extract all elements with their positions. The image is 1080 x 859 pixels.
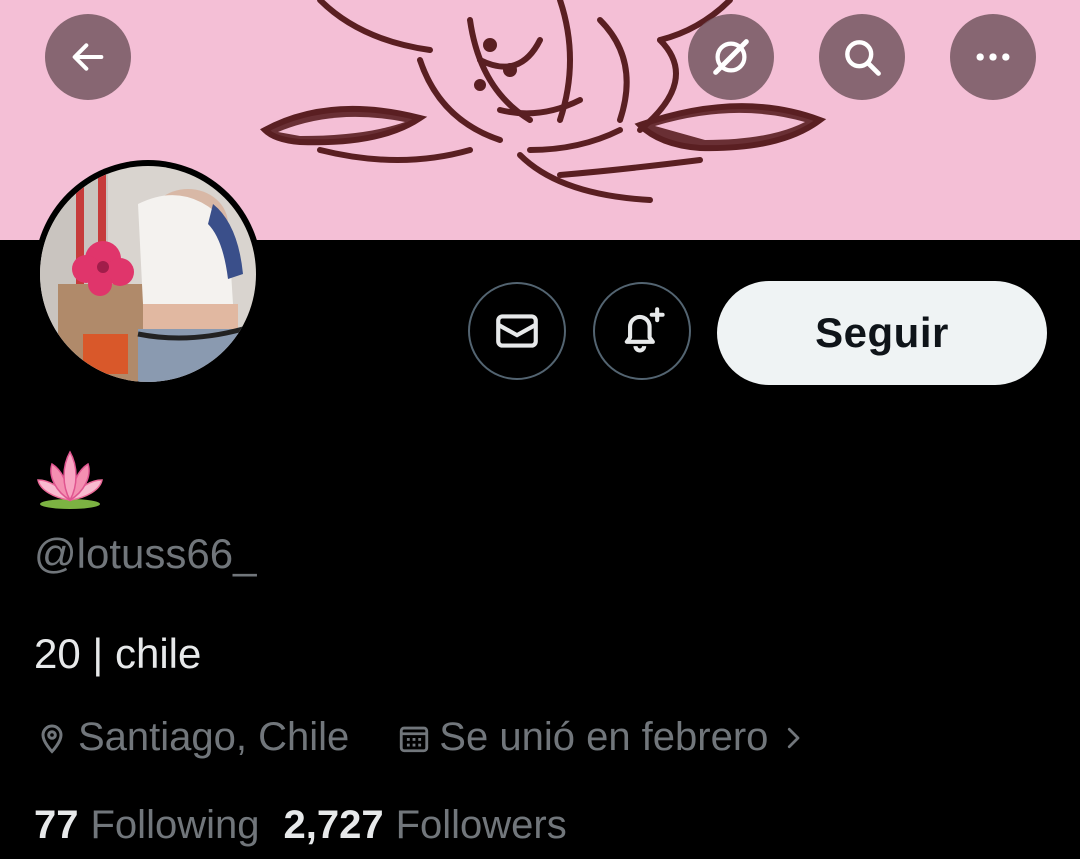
avatar[interactable] xyxy=(34,160,262,388)
chevron-right-icon xyxy=(788,727,800,748)
display-name: 🪷 xyxy=(34,446,106,515)
avatar-photo xyxy=(40,166,256,382)
following-label[interactable]: Following xyxy=(91,803,260,848)
calendar-icon xyxy=(400,726,429,752)
profile-stats: 77 Following 2,727 Followers xyxy=(34,803,567,848)
envelope-icon xyxy=(496,314,538,348)
more-button[interactable] xyxy=(950,14,1036,100)
back-button[interactable] xyxy=(45,14,131,100)
joined-text: Se unió en febrero xyxy=(439,715,769,759)
follow-button[interactable]: Seguir xyxy=(717,281,1047,385)
location-pin-icon xyxy=(41,724,63,754)
lotus-emoji-icon xyxy=(37,450,103,509)
grok-button[interactable] xyxy=(688,14,774,100)
search-button[interactable] xyxy=(819,14,905,100)
profile-meta: Santiago, Chile Se unió en febrero xyxy=(34,715,808,760)
joined-item[interactable]: Se unió en febrero xyxy=(397,715,808,760)
grok-icon xyxy=(713,39,749,75)
profile-handle: @lotuss66_ xyxy=(34,530,257,577)
profile-bio: 20 | chile xyxy=(34,630,202,677)
followers-label[interactable]: Followers xyxy=(396,803,567,848)
notify-button[interactable] xyxy=(593,282,691,380)
arrow-left-icon xyxy=(72,43,104,71)
message-button[interactable] xyxy=(468,282,566,380)
bell-plus-icon xyxy=(624,307,665,353)
following-count[interactable]: 77 xyxy=(34,803,79,848)
location-text: Santiago, Chile xyxy=(78,715,350,759)
search-icon xyxy=(845,40,881,76)
location-item: Santiago, Chile xyxy=(34,715,349,760)
more-dots-icon xyxy=(976,53,1010,61)
followers-count[interactable]: 2,727 xyxy=(283,803,383,848)
